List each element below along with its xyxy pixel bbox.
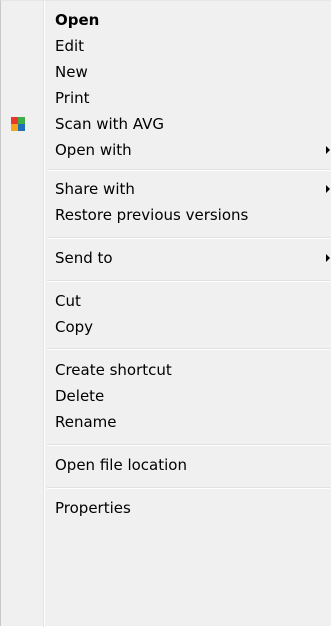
menu-separator: [47, 280, 330, 282]
menu-item-label: Delete: [55, 387, 105, 405]
menu-separator: [47, 237, 330, 239]
menu-item-scan-with-avg[interactable]: Scan with AVG: [3, 111, 330, 137]
menu-item-label: Edit: [55, 37, 85, 55]
menu-item-edit[interactable]: Edit: [3, 33, 330, 59]
menu-item-create-shortcut[interactable]: Create shortcut: [3, 357, 330, 383]
submenu-arrow-icon: [326, 185, 330, 193]
menu-item-cut[interactable]: Cut: [3, 288, 330, 314]
menu-item-rename[interactable]: Rename: [3, 409, 330, 435]
menu-separator: [47, 348, 330, 350]
submenu-arrow-icon: [326, 254, 330, 262]
menu-item-open-file-location[interactable]: Open file location: [3, 452, 330, 478]
context-menu: Open Edit New Print Scan with AVG Open w…: [0, 0, 331, 627]
menu-item-send-to[interactable]: Send to: [3, 245, 330, 271]
submenu-arrow-icon: [326, 146, 330, 154]
menu-item-label: Create shortcut: [55, 361, 172, 379]
menu-item-label: New: [55, 63, 88, 81]
menu-item-label: Share with: [55, 180, 135, 198]
menu-item-label: Scan with AVG: [55, 115, 165, 133]
menu-item-delete[interactable]: Delete: [3, 383, 330, 409]
menu-item-open-with[interactable]: Open with: [3, 137, 330, 163]
menu-item-label: Properties: [55, 499, 131, 517]
menu-item-label: Cut: [55, 292, 81, 310]
menu-item-label: Rename: [55, 413, 117, 431]
menu-item-properties[interactable]: Properties: [3, 495, 330, 521]
menu-separator: [47, 487, 330, 489]
menu-item-label: Send to: [55, 249, 113, 267]
menu-item-label: Open with: [55, 141, 132, 159]
menu-item-new[interactable]: New: [3, 59, 330, 85]
menu-separator: [47, 444, 330, 446]
menu-item-label: Restore previous versions: [55, 206, 249, 224]
menu-separator: [47, 169, 330, 171]
menu-item-open[interactable]: Open: [3, 7, 330, 33]
menu-item-share-with[interactable]: Share with: [3, 176, 330, 202]
menu-item-print[interactable]: Print: [3, 85, 330, 111]
menu-item-label: Open: [55, 11, 100, 29]
menu-item-copy[interactable]: Copy: [3, 314, 330, 340]
menu-item-label: Copy: [55, 318, 94, 336]
menu-item-label: Print: [55, 89, 90, 107]
avg-icon: [11, 117, 25, 131]
menu-item-label: Open file location: [55, 456, 187, 474]
menu-item-restore-previous-versions[interactable]: Restore previous versions: [3, 202, 330, 228]
